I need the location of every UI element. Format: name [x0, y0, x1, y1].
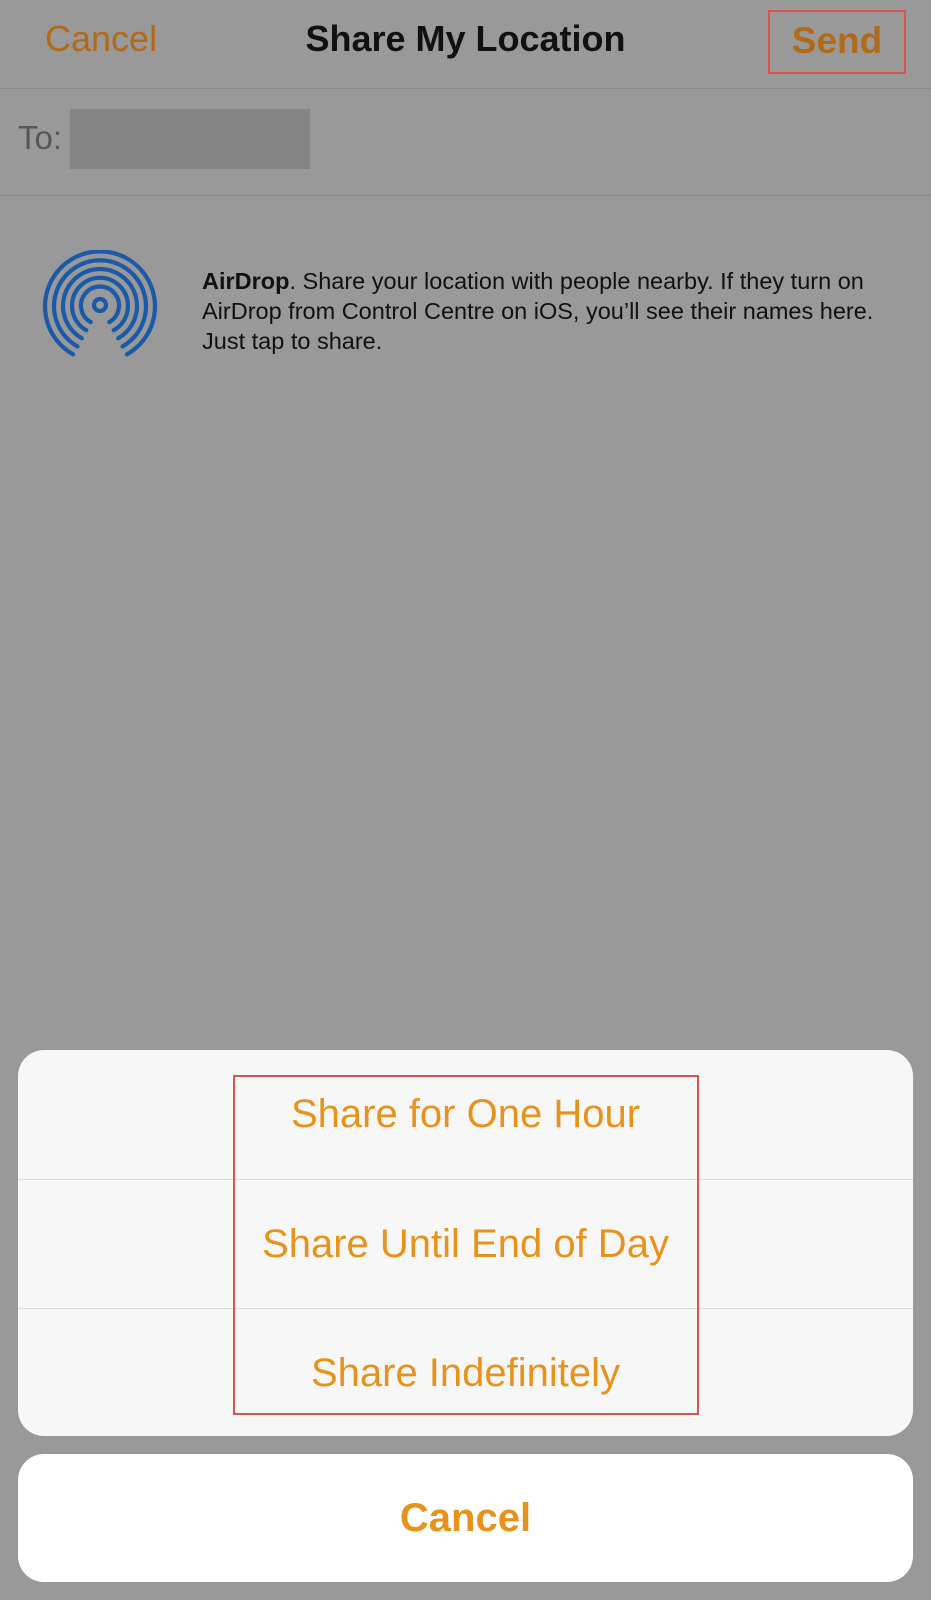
share-one-hour-button[interactable]: Share for One Hour	[18, 1050, 913, 1178]
airdrop-body: . Share your location with people nearby…	[202, 268, 874, 354]
sheet-cancel-button[interactable]: Cancel	[18, 1454, 913, 1582]
recipient-row: To:	[0, 89, 931, 196]
airdrop-icon	[42, 250, 158, 357]
send-button[interactable]: Send	[768, 10, 906, 74]
airdrop-description: AirDrop. Share your location with people…	[202, 266, 882, 356]
recipient-field[interactable]	[70, 109, 310, 169]
share-duration-sheet: Share for One Hour Share Until End of Da…	[18, 1050, 913, 1436]
navigation-bar: Cancel Share My Location Send	[0, 0, 931, 89]
share-until-end-of-day-button[interactable]: Share Until End of Day	[18, 1179, 913, 1308]
to-label: To:	[18, 119, 63, 156]
airdrop-title: AirDrop	[202, 268, 290, 294]
share-indefinitely-button[interactable]: Share Indefinitely	[18, 1308, 913, 1436]
